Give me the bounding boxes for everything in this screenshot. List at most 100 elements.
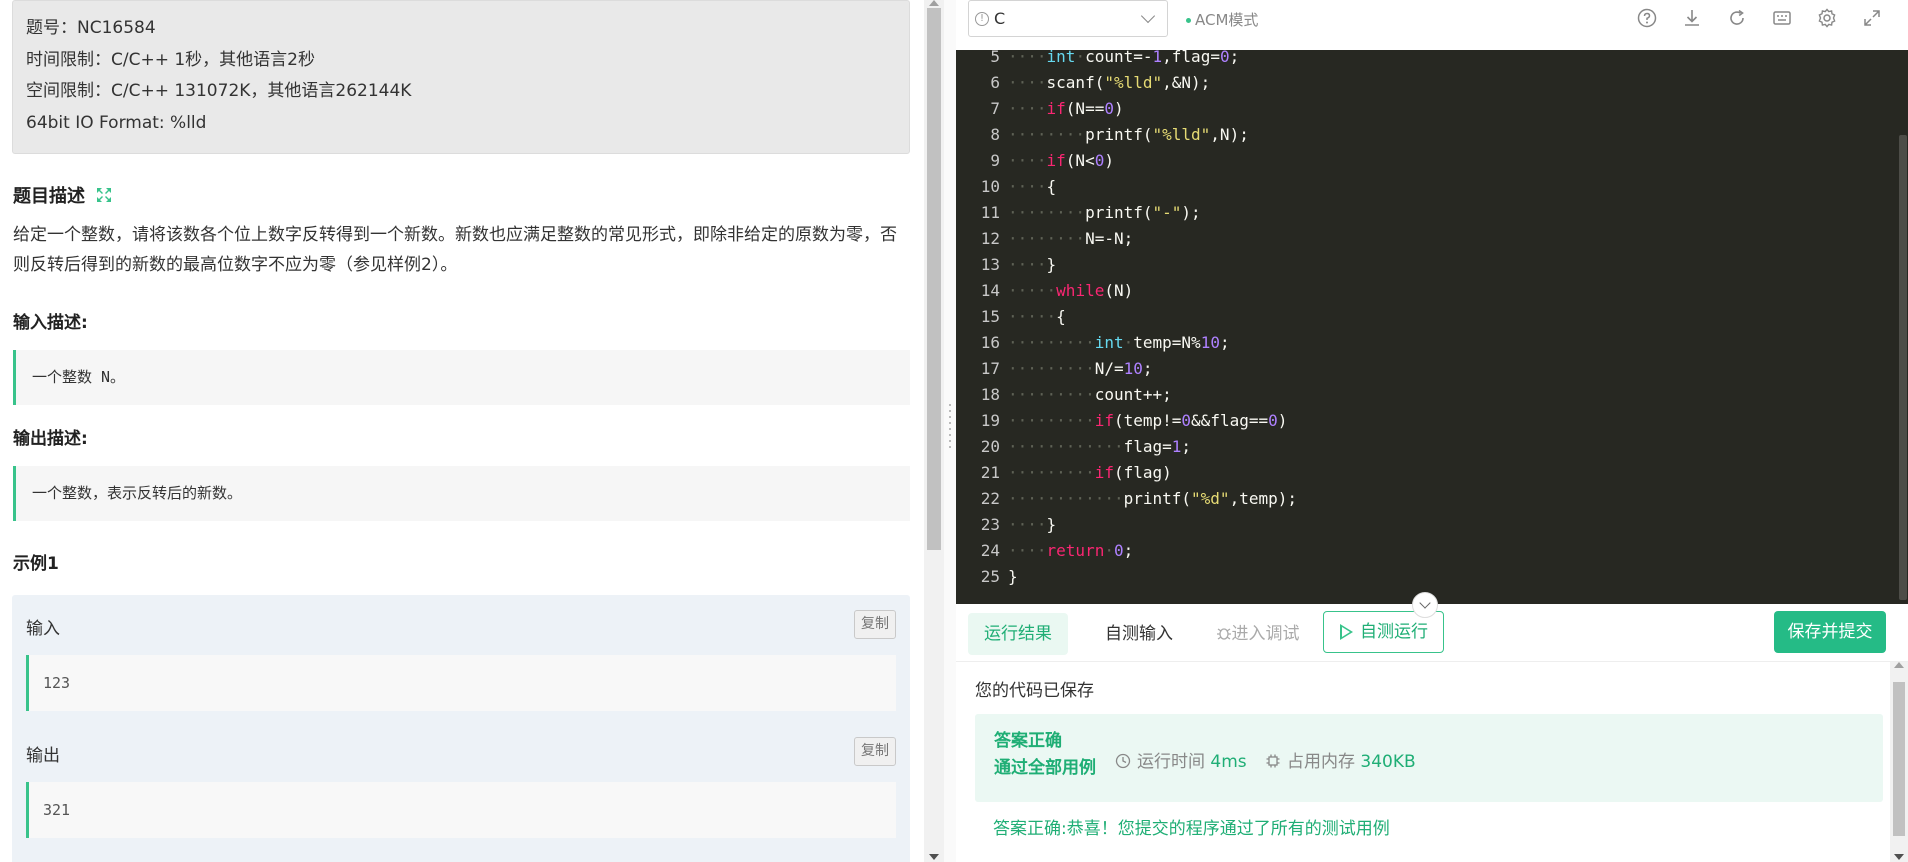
settings-icon[interactable] [1816, 7, 1838, 29]
line-number: 24 [980, 541, 1000, 560]
memory-value: 340KB [1360, 752, 1416, 772]
code-line[interactable]: 20 ············flag=1; [956, 434, 1896, 460]
copy-output-button[interactable]: 复制 [854, 737, 896, 766]
output-desc-title: 输出描述: [13, 429, 88, 449]
code-text[interactable]: ····scanf("%lld",&N); [1008, 73, 1210, 92]
collapse-editor-button[interactable] [1412, 592, 1438, 618]
language-select[interactable]: ! C [968, 0, 1168, 37]
download-icon[interactable] [1681, 7, 1703, 29]
code-text[interactable]: ·····while(N) [1008, 281, 1133, 300]
code-text[interactable]: ····if(N<0) [1008, 151, 1114, 170]
input-desc-title: 输入描述: [13, 313, 88, 333]
line-number: 7 [990, 99, 1000, 118]
code-line[interactable]: 13 ····} [956, 252, 1896, 278]
code-text[interactable]: ····if(N==0) [1008, 99, 1124, 118]
code-text[interactable]: ·········if(temp!=0&&flag==0) [1008, 411, 1287, 430]
code-saved-text: 您的代码已保存 [975, 681, 1094, 701]
code-text[interactable]: ····} [1008, 515, 1056, 534]
code-line[interactable]: 21 ·········if(flag) [956, 460, 1896, 486]
code-editor[interactable]: 5 ····int·count=-1,flag=0; 6 ····scanf("%ll… [956, 50, 1908, 604]
pass-message: 答案正确:恭喜！您提交的程序通过了所有的测试用例 [993, 819, 1390, 839]
code-line[interactable]: 18 ·········count++; [956, 382, 1896, 408]
code-text[interactable]: ············flag=1; [1008, 437, 1191, 456]
code-line[interactable]: 9 ····if(N<0) [956, 148, 1896, 174]
line-number: 13 [980, 255, 1000, 274]
line-number: 8 [990, 125, 1000, 144]
line-number: 14 [980, 281, 1000, 300]
code-line[interactable]: 22 ············printf("%d",temp); [956, 486, 1896, 512]
code-line[interactable]: 12 ········N=-N; [956, 226, 1896, 252]
save-and-submit-button[interactable]: 保存并提交 [1774, 611, 1886, 653]
code-line[interactable]: 7 ····if(N==0) [956, 96, 1896, 122]
line-number: 20 [980, 437, 1000, 456]
scroll-up-arrow-icon[interactable] [929, 0, 939, 6]
tab-custom-input[interactable]: 自测输入 [1084, 613, 1194, 655]
run-label: 自测运行 [1360, 622, 1428, 642]
result-scrollbar-thumb[interactable] [1893, 682, 1905, 836]
splitter-grip-icon[interactable] [949, 404, 951, 450]
line-number: 9 [990, 151, 1000, 170]
tab-debug[interactable]: 进入调试 [1200, 613, 1315, 655]
line-number: 18 [980, 385, 1000, 404]
code-line[interactable]: 23 ····} [956, 512, 1896, 538]
expand-icon[interactable] [95, 186, 113, 204]
debug-label: 进入调试 [1231, 624, 1300, 644]
code-text[interactable]: ·········N/=10; [1008, 359, 1153, 378]
code-text[interactable]: ········printf("%lld",N); [1008, 125, 1249, 144]
editor-toolbar: ! C ACM模式 [956, 0, 1908, 50]
example-title: 示例1 [13, 554, 59, 574]
problem-panel: 题号：NC16584 时间限制：C/C++ 1秒，其他语言2秒 空间限制：C/C… [0, 0, 922, 862]
code-line[interactable]: 5 ····int·count=-1,flag=0; [956, 50, 1896, 70]
runtime-label: 运行时间 [1137, 752, 1205, 772]
code-line[interactable]: 16 ·········int·temp=N%10; [956, 330, 1896, 356]
code-text[interactable]: ····} [1008, 255, 1056, 274]
scroll-down-arrow-icon[interactable] [929, 854, 939, 860]
code-line[interactable]: 15 ·····{ [956, 304, 1896, 330]
status-dot-icon [1186, 18, 1191, 23]
result-scrollbar[interactable] [1890, 662, 1908, 862]
space-limit: 空间限制：C/C++ 131072K，其他语言262144K [26, 81, 412, 101]
status-line-2: 通过全部用例 [994, 758, 1096, 778]
code-line[interactable]: 17 ·········N/=10; [956, 356, 1896, 382]
code-text[interactable]: ········N=-N; [1008, 229, 1133, 248]
line-number: 17 [980, 359, 1000, 378]
problem-scrollbar[interactable] [924, 0, 944, 862]
tab-run-result[interactable]: 运行结果 [968, 613, 1068, 655]
fullscreen-icon[interactable] [1861, 7, 1883, 29]
info-icon: ! [975, 12, 989, 26]
code-line[interactable]: 19 ·········if(temp!=0&&flag==0) [956, 408, 1896, 434]
copy-input-button[interactable]: 复制 [854, 610, 896, 639]
code-text[interactable]: ············printf("%d",temp); [1008, 489, 1297, 508]
keyboard-icon[interactable] [1771, 7, 1793, 29]
code-line[interactable]: 25} [956, 564, 1896, 590]
scroll-up-arrow-icon[interactable] [1894, 662, 1904, 668]
code-line[interactable]: 10 ····{ [956, 174, 1896, 200]
code-line[interactable]: 6 ····scanf("%lld",&N); [956, 70, 1896, 96]
code-text[interactable]: ·········if(flag) [1008, 463, 1172, 482]
runtime-metric: 运行时间 4ms [1115, 747, 1247, 772]
code-text[interactable]: ········printf("-"); [1008, 203, 1201, 222]
scrollbar-thumb[interactable] [927, 8, 941, 550]
mode-text: ACM模式 [1195, 11, 1259, 29]
code-line[interactable]: 11 ········printf("-"); [956, 200, 1896, 226]
time-limit: 时间限制：C/C++ 1秒，其他语言2秒 [26, 49, 315, 70]
code-text[interactable]: ·····{ [1008, 307, 1066, 326]
code-line[interactable]: 14 ·····while(N) [956, 278, 1896, 304]
editor-scrollbar[interactable] [1896, 50, 1908, 604]
help-icon[interactable] [1636, 7, 1658, 29]
scroll-down-arrow-icon[interactable] [1894, 854, 1904, 860]
line-number: 10 [980, 177, 1000, 196]
code-text[interactable]: ·········count++; [1008, 385, 1172, 404]
code-text[interactable]: ·········int·temp=N%10; [1008, 333, 1230, 352]
code-line[interactable]: 24 ····return·0; [956, 538, 1896, 564]
code-text[interactable]: } [1008, 567, 1018, 586]
code-text[interactable]: ····{ [1008, 177, 1056, 196]
editor-scrollbar-thumb[interactable] [1899, 135, 1907, 600]
refresh-icon[interactable] [1726, 7, 1748, 29]
language-value: C [994, 9, 1006, 28]
code-line[interactable]: 8 ········printf("%lld",N); [956, 122, 1896, 148]
status-line-1: 答案正确 [994, 731, 1062, 751]
code-text[interactable]: ····int·count=-1,flag=0; [1008, 50, 1239, 66]
code-text[interactable]: ····return·0; [1008, 541, 1133, 560]
panel-splitter[interactable] [944, 0, 956, 862]
